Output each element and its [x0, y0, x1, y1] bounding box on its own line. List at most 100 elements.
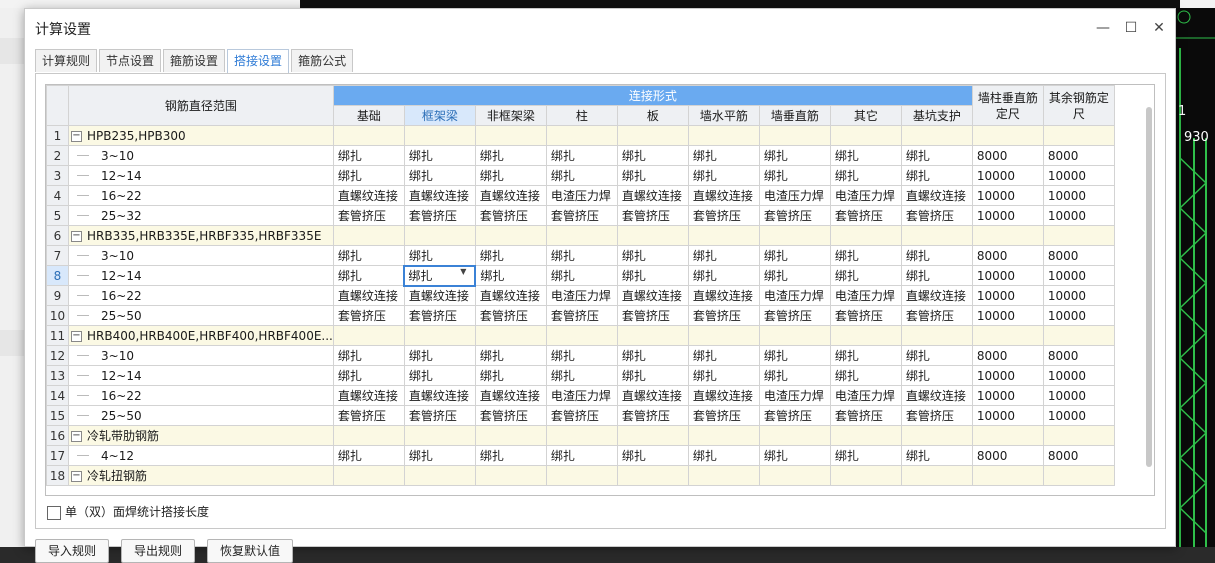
diameter-range-cell[interactable]: 4~12	[68, 445, 334, 466]
connection-cell[interactable]	[332, 225, 405, 246]
connection-cell[interactable]: 电渣压力焊	[545, 285, 618, 306]
table-row[interactable]: 13 12~14 绑扎 绑扎 绑扎 绑扎 绑扎 绑扎 绑扎 绑扎 绑扎 10000 10000	[46, 365, 1115, 386]
row-number[interactable]: 11	[46, 325, 69, 346]
diameter-range-cell[interactable]: − HPB235,HPB300	[68, 125, 334, 146]
connection-cell[interactable]: 直螺纹连接	[474, 385, 547, 406]
connection-cell[interactable]: 直螺纹连接	[332, 285, 405, 306]
diameter-range-cell[interactable]: 16~22	[68, 385, 334, 406]
connection-cell[interactable]: 绑扎	[829, 165, 902, 186]
row-number[interactable]: 7	[46, 245, 69, 266]
other-fixed-length-cell[interactable]: 8000	[1042, 445, 1115, 466]
connection-cell[interactable]: 绑扎	[829, 265, 902, 286]
connection-cell[interactable]: 绑扎	[900, 365, 973, 386]
connection-cell[interactable]: 绑扎	[474, 245, 547, 266]
connection-cell[interactable]: 绑扎	[758, 245, 831, 266]
connection-cell[interactable]: 绑扎	[474, 445, 547, 466]
connection-cell[interactable]: 绑扎	[474, 365, 547, 386]
connection-cell[interactable]: 套管挤压	[616, 405, 689, 426]
connection-cell[interactable]: 绑扎	[616, 345, 689, 366]
table-row[interactable]: 17 4~12 绑扎 绑扎 绑扎 绑扎 绑扎 绑扎 绑扎 绑扎 绑扎 8000 8000	[46, 445, 1115, 466]
wall-fixed-length-cell[interactable]	[971, 325, 1044, 346]
export-rules-button[interactable]: 导出规则	[121, 539, 196, 563]
wall-fixed-length-cell[interactable]: 10000	[971, 305, 1044, 326]
diameter-range-cell[interactable]: 12~14	[68, 365, 334, 386]
other-fixed-length-cell[interactable]	[1042, 325, 1115, 346]
connection-cell[interactable]	[616, 225, 689, 246]
connection-cell[interactable]: 绑扎	[332, 445, 405, 466]
connection-cell[interactable]: 绑扎	[403, 145, 476, 166]
connection-cell[interactable]: 直螺纹连接	[616, 285, 689, 306]
wall-fixed-length-cell[interactable]: 8000	[971, 145, 1044, 166]
table-row[interactable]: 2 3~10 绑扎 绑扎 绑扎 绑扎 绑扎 绑扎 绑扎 绑扎 绑扎 8000 8000	[46, 145, 1115, 166]
connection-cell[interactable]: 电渣压力焊	[758, 185, 831, 206]
wall-fixed-length-cell[interactable]: 10000	[971, 205, 1044, 226]
tab-calc-rules[interactable]: 计算规则	[35, 49, 98, 72]
connection-cell[interactable]: 直螺纹连接	[900, 385, 973, 406]
connection-cell[interactable]: 绑扎	[616, 445, 689, 466]
diameter-range-cell[interactable]: − HRB335,HRB335E,HRBF335,HRBF335E	[68, 225, 334, 246]
connection-cell[interactable]: 直螺纹连接	[687, 185, 760, 206]
connection-cell[interactable]: 套管挤压	[829, 305, 902, 326]
diameter-range-cell[interactable]: − 冷轧扭钢筋	[68, 465, 334, 486]
scrollbar-thumb[interactable]	[1146, 107, 1152, 467]
connection-cell[interactable]	[900, 425, 973, 446]
other-fixed-length-cell[interactable]: 10000	[1042, 385, 1115, 406]
connection-cell[interactable]: 套管挤压	[687, 205, 760, 226]
wall-fixed-length-cell[interactable]: 10000	[971, 365, 1044, 386]
other-fixed-length-cell[interactable]	[1042, 225, 1115, 246]
connection-cell[interactable]: 绑扎	[616, 245, 689, 266]
connection-cell[interactable]: 绑扎	[687, 145, 760, 166]
connection-cell[interactable]: 套管挤压	[474, 305, 547, 326]
weld-lap-checkbox[interactable]	[47, 505, 61, 520]
wall-fixed-length-cell[interactable]: 8000	[971, 445, 1044, 466]
table-row[interactable]: 15 25~50 套管挤压 套管挤压 套管挤压 套管挤压 套管挤压 套管挤压 套管挤压 套管挤压套…	[46, 405, 1115, 426]
row-number[interactable]: 16	[46, 425, 69, 446]
chevron-down-icon[interactable]: ▼	[460, 268, 466, 277]
connection-cell[interactable]: 绑扎	[545, 365, 618, 386]
connection-cell[interactable]: 绑扎	[687, 165, 760, 186]
connection-cell[interactable]	[829, 425, 902, 446]
connection-cell[interactable]: 电渣压力焊	[758, 285, 831, 306]
connection-cell[interactable]: 绑扎	[687, 245, 760, 266]
connection-cell[interactable]: 绑扎	[545, 265, 618, 286]
connection-cell[interactable]: 套管挤压	[616, 205, 689, 226]
connection-cell[interactable]	[829, 325, 902, 346]
connection-cell[interactable]: 套管挤压	[545, 205, 618, 226]
wall-fixed-length-cell[interactable]: 10000	[971, 285, 1044, 306]
diameter-range-cell[interactable]: 3~10	[68, 345, 334, 366]
diameter-range-cell[interactable]: 12~14	[68, 265, 334, 286]
connection-cell[interactable]: 套管挤压	[829, 205, 902, 226]
connection-cell[interactable]: 直螺纹连接	[403, 385, 476, 406]
connection-cell[interactable]: 绑扎	[332, 265, 405, 286]
connection-cell[interactable]: 套管挤压	[900, 405, 973, 426]
tab-node-settings[interactable]: 节点设置	[99, 49, 162, 72]
connection-cell[interactable]: 电渣压力焊	[545, 385, 618, 406]
connection-cell[interactable]	[474, 225, 547, 246]
connection-cell[interactable]: 绑扎	[545, 445, 618, 466]
connection-cell[interactable]: 绑扎	[616, 365, 689, 386]
diameter-range-cell[interactable]: 25~50	[68, 405, 334, 426]
connection-cell[interactable]: 套管挤压	[900, 205, 973, 226]
collapse-icon[interactable]: −	[71, 330, 82, 342]
tab-stirrup-formula[interactable]: 箍筋公式	[291, 49, 354, 72]
connection-cell[interactable]: 绑扎	[403, 445, 476, 466]
connection-cell[interactable]: 套管挤压	[687, 405, 760, 426]
row-number[interactable]: 10	[46, 305, 69, 326]
connection-cell[interactable]: 直螺纹连接	[332, 385, 405, 406]
connection-cell[interactable]: 绑扎	[758, 445, 831, 466]
connection-cell[interactable]	[545, 425, 618, 446]
collapse-icon[interactable]: −	[71, 230, 82, 242]
connection-cell[interactable]: 绑扎	[403, 165, 476, 186]
connection-cell[interactable]	[758, 225, 831, 246]
connection-cell[interactable]: 绑扎	[900, 345, 973, 366]
connection-cell[interactable]: 电渣压力焊	[545, 185, 618, 206]
connection-cell[interactable]: 绑扎	[616, 265, 689, 286]
connection-cell[interactable]	[687, 125, 760, 146]
category-row[interactable]: 6− HRB335,HRB335E,HRBF335,HRBF335E	[46, 225, 1115, 246]
wall-fixed-length-cell[interactable]	[971, 125, 1044, 146]
connection-cell[interactable]: 绑扎	[900, 265, 973, 286]
connection-cell[interactable]: 直螺纹连接	[474, 285, 547, 306]
table-row[interactable]: 9 16~22 直螺纹连接 直螺纹连接 直螺纹连接 电渣压力焊 直螺纹连接 直螺纹连接 电渣压力…	[46, 285, 1115, 306]
wall-fixed-length-cell[interactable]	[971, 225, 1044, 246]
connection-cell[interactable]: 绑扎	[545, 245, 618, 266]
